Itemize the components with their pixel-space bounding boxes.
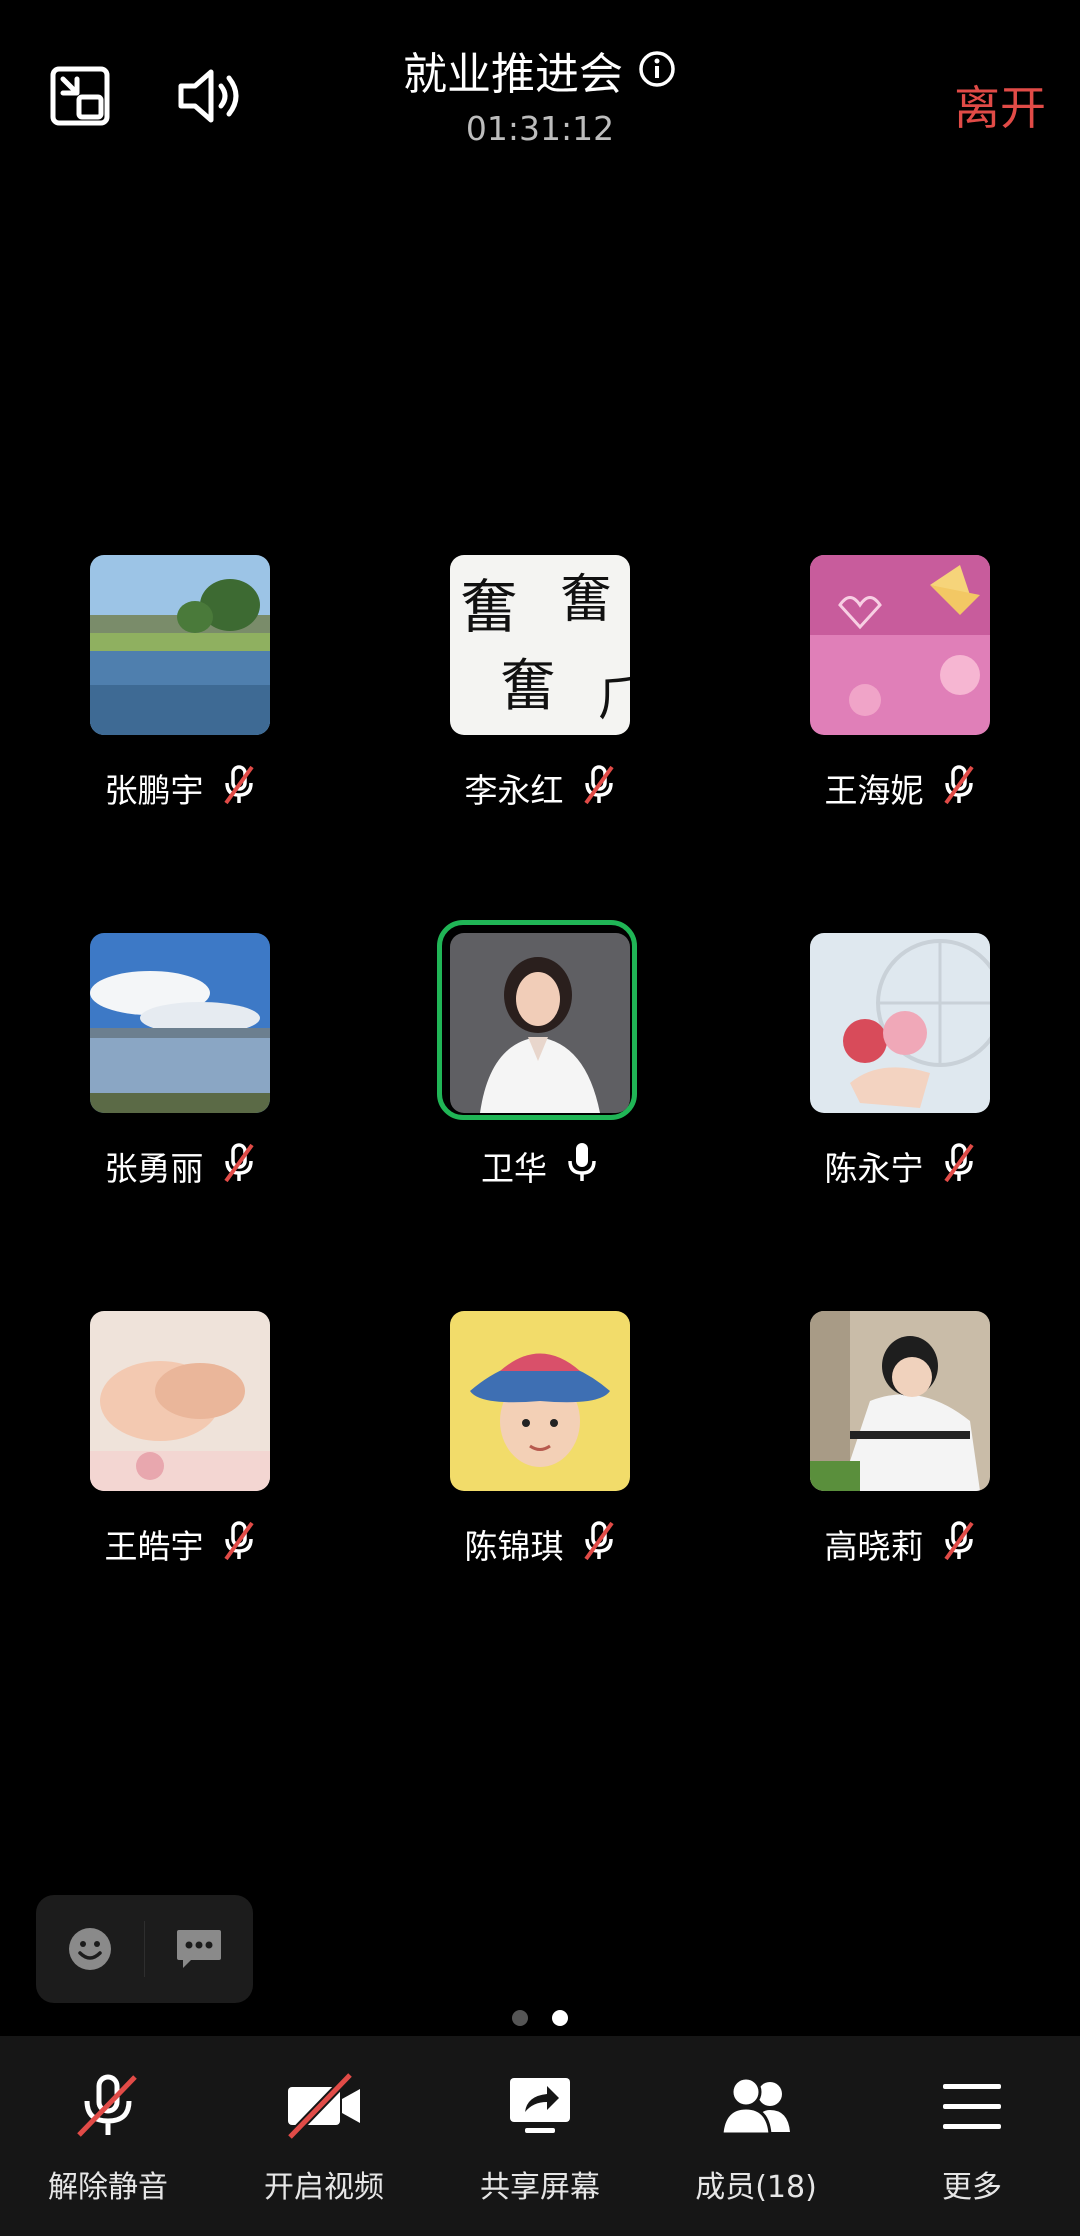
avatar	[450, 1311, 630, 1491]
avatar	[810, 555, 990, 735]
participant-name: 陈永宁	[824, 1149, 924, 1188]
page-dot[interactable]	[512, 2010, 528, 2026]
mic-muted-icon	[942, 1141, 976, 1191]
svg-text:奮: 奮	[500, 654, 556, 719]
mic-muted-icon	[222, 763, 256, 813]
menu-icon	[932, 2068, 1012, 2144]
participant-name: 高晓莉	[824, 1527, 924, 1566]
bottom-toolbar: 解除静音 开启视频 共享屏幕 成员(18) 更多	[0, 2036, 1080, 2236]
page-dot-active[interactable]	[552, 2010, 568, 2026]
mic-muted-icon	[582, 763, 616, 813]
more-label: 更多	[942, 2170, 1002, 2205]
participant-name: 王海妮	[824, 771, 924, 810]
chat-button[interactable]	[145, 1895, 253, 2003]
participant-name: 卫华	[481, 1149, 547, 1188]
unmute-button[interactable]: 解除静音	[0, 2036, 216, 2236]
mic-muted-icon	[222, 1141, 256, 1191]
avatar	[810, 933, 990, 1113]
svg-text:奮: 奮	[560, 570, 612, 630]
members-icon	[716, 2068, 796, 2144]
video-off-icon	[284, 2068, 364, 2144]
mic-muted-icon	[222, 1519, 256, 1569]
avatar	[90, 933, 270, 1113]
emoji-button[interactable]	[36, 1895, 144, 2003]
start-video-label: 开启视频	[264, 2170, 384, 2205]
chat-bubble-icon	[177, 1930, 222, 1968]
avatar: 奮 奮 奮 ⺁	[450, 555, 630, 735]
page-indicator	[0, 2010, 1080, 2026]
participant-name: 张勇丽	[104, 1149, 204, 1188]
more-button[interactable]: 更多	[864, 2036, 1080, 2236]
start-video-button[interactable]: 开启视频	[216, 2036, 432, 2236]
mic-muted-icon	[582, 1519, 616, 1569]
participant-name: 王皓宇	[104, 1527, 204, 1566]
participant-grid: 张鹏宇 奮 奮 奮 ⺁ 李永红 王海妮 张勇丽 卫华 陈永宁 王皓宇 陈锦琪 高…	[0, 0, 1080, 1700]
share-screen-button[interactable]: 共享屏幕	[432, 2036, 648, 2236]
svg-text:⺁: ⺁	[598, 671, 630, 727]
avatar	[810, 1311, 990, 1491]
share-screen-label: 共享屏幕	[480, 2170, 600, 2205]
mic-icon	[565, 1141, 599, 1191]
svg-text:奮: 奮	[460, 573, 518, 641]
mic-muted-icon	[942, 1519, 976, 1569]
participant-name: 张鹏宇	[104, 771, 204, 810]
smiley-icon	[68, 1928, 111, 1970]
share-screen-icon	[500, 2068, 580, 2144]
mic-off-icon	[68, 2068, 148, 2144]
avatar	[90, 555, 270, 735]
avatar	[90, 1311, 270, 1491]
avatar	[450, 933, 630, 1113]
members-label: 成员(18)	[695, 2170, 817, 2205]
unmute-label: 解除静音	[48, 2170, 168, 2205]
members-button[interactable]: 成员(18)	[648, 2036, 864, 2236]
participant-name: 李永红	[464, 771, 564, 810]
participant-name: 陈锦琪	[464, 1527, 564, 1566]
reaction-chat-box	[36, 1895, 253, 2003]
mic-muted-icon	[942, 763, 976, 813]
